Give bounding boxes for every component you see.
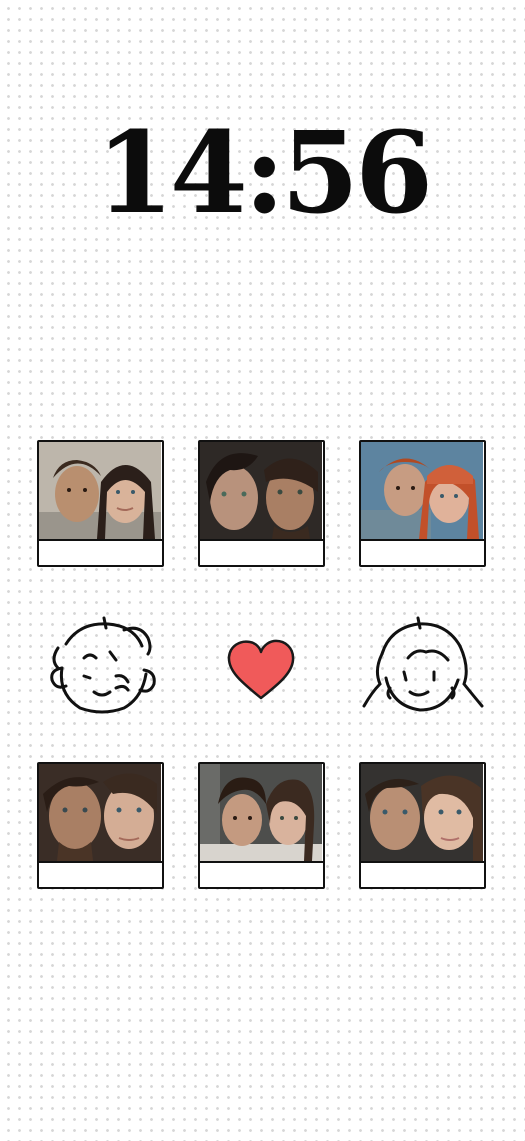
couple-photo-icon	[200, 764, 323, 863]
heart-icon	[227, 639, 295, 700]
polaroid-caption	[200, 863, 323, 887]
polaroid-photo	[37, 762, 164, 889]
polaroid-photo	[198, 440, 325, 567]
couple-photo-icon	[361, 764, 484, 863]
polaroid-caption	[39, 863, 162, 887]
boy-face-icon	[50, 616, 156, 714]
couple-photo-icon	[361, 442, 484, 541]
polaroid-caption	[361, 541, 484, 565]
doodle-row	[0, 610, 525, 725]
photo-row-bottom	[0, 762, 525, 892]
polaroid-caption	[39, 541, 162, 565]
polaroid-caption	[200, 541, 323, 565]
girl-face-icon	[362, 616, 484, 712]
polaroid-caption	[361, 863, 484, 887]
lock-screen: 14:56	[0, 0, 525, 1141]
polaroid-photo	[198, 762, 325, 889]
couple-photo-icon	[39, 442, 162, 541]
photo-row-top	[0, 440, 525, 570]
lockscreen-clock: 14:56	[95, 108, 433, 239]
couple-photo-icon	[200, 442, 323, 541]
polaroid-photo	[359, 440, 486, 567]
couple-photo-icon	[39, 764, 162, 863]
polaroid-photo	[37, 440, 164, 567]
polaroid-photo	[359, 762, 486, 889]
